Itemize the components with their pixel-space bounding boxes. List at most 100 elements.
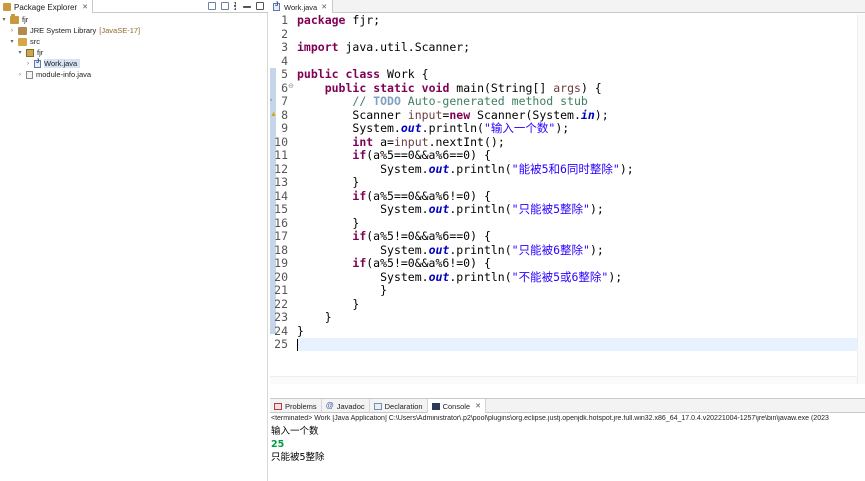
code-line-6: public static void main(String[] args) { (324, 80, 602, 95)
tab-label: Console (442, 401, 471, 411)
problems-icon (274, 402, 282, 410)
line-number: 23 (274, 310, 288, 324)
console-panel: Problems @ Javadoc Declaration Console ✕… (270, 398, 865, 481)
tree-item-label: fjr (22, 15, 29, 24)
line-number: 10 (274, 134, 288, 149)
code-line-17: if(a%5!=0&&a%6==0) { (352, 229, 491, 243)
link-with-editor-icon[interactable] (221, 2, 229, 10)
chevron-right-icon[interactable]: › (25, 61, 31, 67)
tree-item-label: module-info.java (36, 70, 92, 79)
editor-tab-label: Work.java (284, 2, 318, 12)
code-line-18: System.out.println("只能被6整除"); (380, 242, 604, 257)
tab-javadoc[interactable]: @ Javadoc (322, 399, 370, 413)
code-line-9: System.out.println("输入一个数"); (352, 121, 570, 135)
tree-item-project[interactable]: ▾ fjr (1, 13, 29, 25)
tab-label: Javadoc (336, 401, 365, 411)
terminated-status: <terminated> Work [Java Application] C:\… (271, 415, 829, 422)
tree-item-label: fjr (37, 48, 44, 57)
line-number: 22 (274, 296, 288, 311)
tree-item-module-info[interactable]: › module-info.java (17, 69, 91, 80)
code-line-14: if(a%5==0&&a%6!=0) { (352, 188, 491, 203)
view-toolbar (208, 2, 264, 10)
chevron-right-icon[interactable]: › (17, 72, 23, 78)
view-menu-icon[interactable] (234, 2, 238, 10)
line-number: 13 (274, 175, 288, 189)
code-line-7: // TODO Auto-generated method stub (352, 94, 588, 108)
tree-item-work-java[interactable]: › Work.java (25, 58, 81, 69)
line-number: 6 (281, 80, 288, 95)
close-icon[interactable]: ✕ (82, 3, 88, 11)
text-caret (297, 339, 298, 351)
tab-package-explorer[interactable]: Package Explorer ✕ (0, 0, 94, 13)
close-icon[interactable]: ✕ (475, 402, 481, 410)
line-number: 1 (281, 13, 288, 27)
source-folder-icon (18, 37, 27, 46)
code-line-20: System.out.println("不能被5或6整除"); (380, 269, 623, 284)
code-line-13: } (352, 175, 360, 189)
collapse-all-icon[interactable] (208, 2, 216, 10)
project-folder-icon (10, 13, 19, 24)
code-line-3: import java.util.Scanner; (297, 40, 471, 54)
declaration-icon (373, 402, 382, 410)
line-number: 21 (274, 283, 288, 297)
line-number: 9 (281, 121, 288, 135)
code-line-1: package fjr; (297, 13, 381, 27)
tab-problems[interactable]: Problems (270, 399, 322, 413)
code-line-22: } (352, 296, 360, 311)
console-output-line: 只能被5整除 (271, 452, 325, 463)
maximize-icon[interactable] (256, 2, 264, 10)
code-line-15: System.out.println("只能被5整除"); (380, 202, 604, 216)
console-input-line: 25 (271, 439, 285, 450)
task-marker-icon[interactable]: ▪ (270, 97, 272, 104)
line-number: 11 (274, 148, 288, 162)
minimize-icon[interactable] (243, 2, 251, 8)
package-explorer-tab-label: Package Explorer (14, 2, 78, 12)
code-line-12: System.out.println("能被5和6同时整除"); (380, 161, 634, 176)
javadoc-icon: @ (325, 401, 334, 410)
chevron-right-icon[interactable]: › (9, 28, 15, 34)
line-number: 25 (274, 337, 288, 351)
horizontal-scrollbar[interactable] (270, 376, 857, 384)
package-explorer-icon (3, 3, 11, 11)
tab-label: Problems (285, 401, 317, 411)
editor-tabbar: Work.java ✕ (270, 0, 865, 13)
code-line-23: } (324, 310, 332, 324)
line-number: 7 (281, 94, 288, 108)
tab-console[interactable]: Console ✕ (427, 399, 486, 413)
code-line-5: public class Work { (297, 67, 429, 81)
tree-item-src[interactable]: ▾ src (9, 36, 40, 47)
tab-label: Declaration (384, 401, 423, 411)
line-number: 12 (274, 161, 288, 176)
bottom-tabbar: Problems @ Javadoc Declaration Console ✕ (270, 399, 865, 413)
code-line-21: } (380, 283, 388, 297)
console-output-line: 输入一个数 (271, 426, 319, 437)
line-number: 19 (274, 256, 288, 270)
line-number: 16 (274, 215, 288, 230)
chevron-down-icon[interactable]: ▾ (1, 16, 7, 23)
library-icon (18, 26, 27, 35)
close-icon[interactable]: ✕ (321, 3, 327, 11)
tree-item-label: Work.java (44, 59, 81, 68)
code-text-area[interactable]: 1 2 3 4 5 6 7 8 9 10 11 12 13 14 15 16 17 18 19 20 21 22 23 24 2… (270, 13, 865, 384)
fold-collapse-icon[interactable]: ⊖ (288, 82, 294, 90)
line-number: 4 (281, 53, 288, 68)
java-file-icon (34, 59, 41, 68)
line-number: 15 (274, 202, 288, 216)
current-line-highlight (297, 338, 857, 351)
vertical-scrollbar[interactable] (857, 14, 865, 384)
chevron-down-icon[interactable]: ▾ (17, 49, 23, 56)
code-line-24: } (297, 323, 304, 338)
java-file-icon (26, 70, 33, 79)
tree-item-label: src (30, 37, 40, 46)
tab-declaration[interactable]: Declaration (370, 399, 428, 413)
line-number: 24 (274, 323, 288, 338)
package-icon (26, 48, 34, 57)
tab-work-java[interactable]: Work.java ✕ (270, 0, 334, 13)
tree-item-jre-library[interactable]: › JRE System Library [JavaSE-17] (9, 25, 140, 36)
tree-item-label: JRE System Library (30, 26, 97, 35)
line-number: 17 (274, 229, 288, 243)
tree-item-package[interactable]: ▾ fjr (17, 47, 43, 58)
chevron-down-icon[interactable]: ▾ (9, 38, 15, 45)
warning-icon[interactable]: ▲ (270, 111, 277, 118)
line-number: 5 (281, 67, 288, 81)
